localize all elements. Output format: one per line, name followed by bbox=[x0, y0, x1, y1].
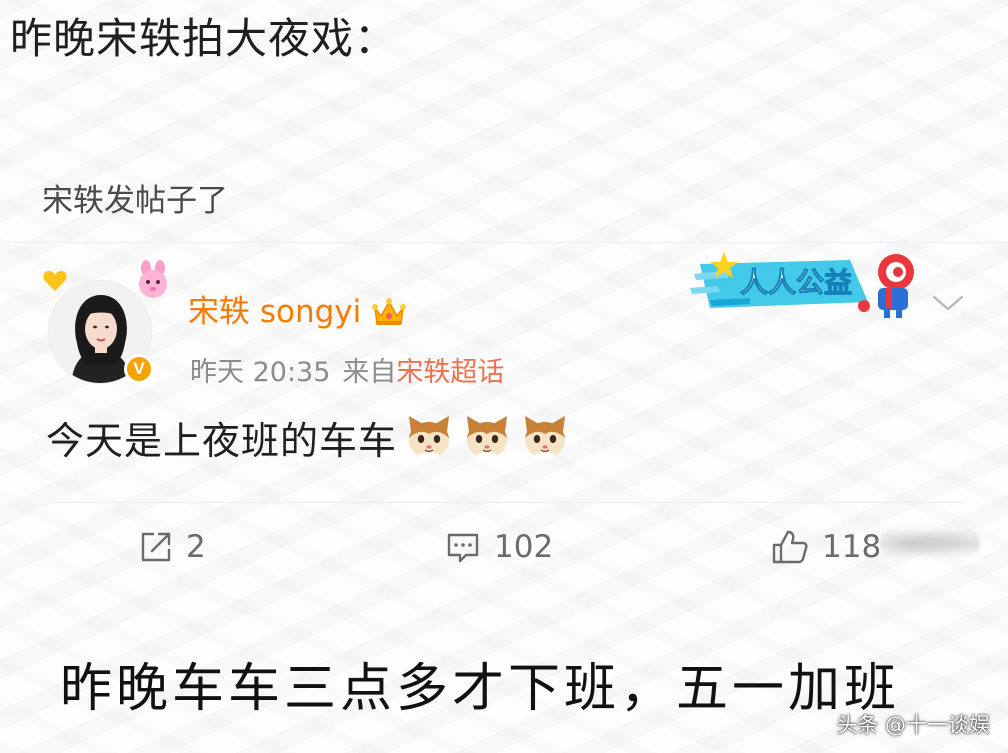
repost-icon bbox=[141, 532, 171, 562]
post-meta: 昨天 20:35 来自宋轶超话 bbox=[190, 350, 504, 389]
repost-button[interactable]: 2 bbox=[138, 522, 206, 572]
heart-sticker-icon bbox=[43, 270, 67, 291]
avatar[interactable]: V bbox=[43, 260, 167, 384]
source-prefix: 来自 bbox=[342, 357, 397, 388]
comment-icon bbox=[447, 533, 479, 563]
post-text: 今天是上夜班的车车 bbox=[46, 419, 398, 463]
source-watermark: 头条 @十一谈娱 bbox=[836, 713, 990, 737]
screenshot-root: 昨晚宋轶拍大夜戏： 宋轶发帖子了 V 宋轶 songyi 昨天 20:35 来自… bbox=[0, 0, 1008, 753]
cat-emoji-icon bbox=[409, 415, 450, 460]
action-bar: 2 102 118 bbox=[0, 522, 1008, 572]
author-name[interactable]: 宋轶 songyi bbox=[188, 296, 361, 328]
page-heading: 昨晚宋轶拍大夜戏： bbox=[10, 14, 398, 63]
like-count: 118 bbox=[822, 529, 882, 565]
blurred-watermark bbox=[880, 528, 980, 558]
cat-emoji-icon bbox=[467, 415, 508, 460]
post-source: 来自宋轶超话 bbox=[342, 350, 504, 389]
thumbs-up-icon bbox=[772, 530, 808, 564]
post-body: 今天是上夜班的车车 bbox=[46, 410, 577, 465]
like-button[interactable]: 118 bbox=[770, 522, 881, 572]
divider bbox=[12, 242, 1008, 243]
bunny-sticker-icon bbox=[139, 260, 167, 298]
chevron-down-icon[interactable] bbox=[930, 292, 966, 314]
author-row: 宋轶 songyi bbox=[188, 294, 409, 330]
crown-badge-icon bbox=[372, 298, 407, 325]
repost-count: 2 bbox=[186, 529, 206, 565]
cat-emoji-icon bbox=[525, 415, 566, 460]
comment-count: 102 bbox=[494, 529, 554, 565]
charity-banner-icon[interactable]: 人人公益 bbox=[690, 244, 932, 322]
comment-button[interactable]: 102 bbox=[444, 522, 553, 572]
verified-badge: V bbox=[124, 354, 154, 384]
bottom-caption: 昨晚车车三点多才下班，五一加班 bbox=[60, 659, 901, 719]
charity-banner-text: 人人公益 bbox=[740, 266, 852, 299]
post-time: 昨天 20:35 bbox=[190, 357, 331, 388]
source-link[interactable]: 宋轶超话 bbox=[396, 357, 504, 388]
post-caption: 宋轶发帖子了 bbox=[42, 183, 228, 219]
divider bbox=[48, 502, 964, 503]
